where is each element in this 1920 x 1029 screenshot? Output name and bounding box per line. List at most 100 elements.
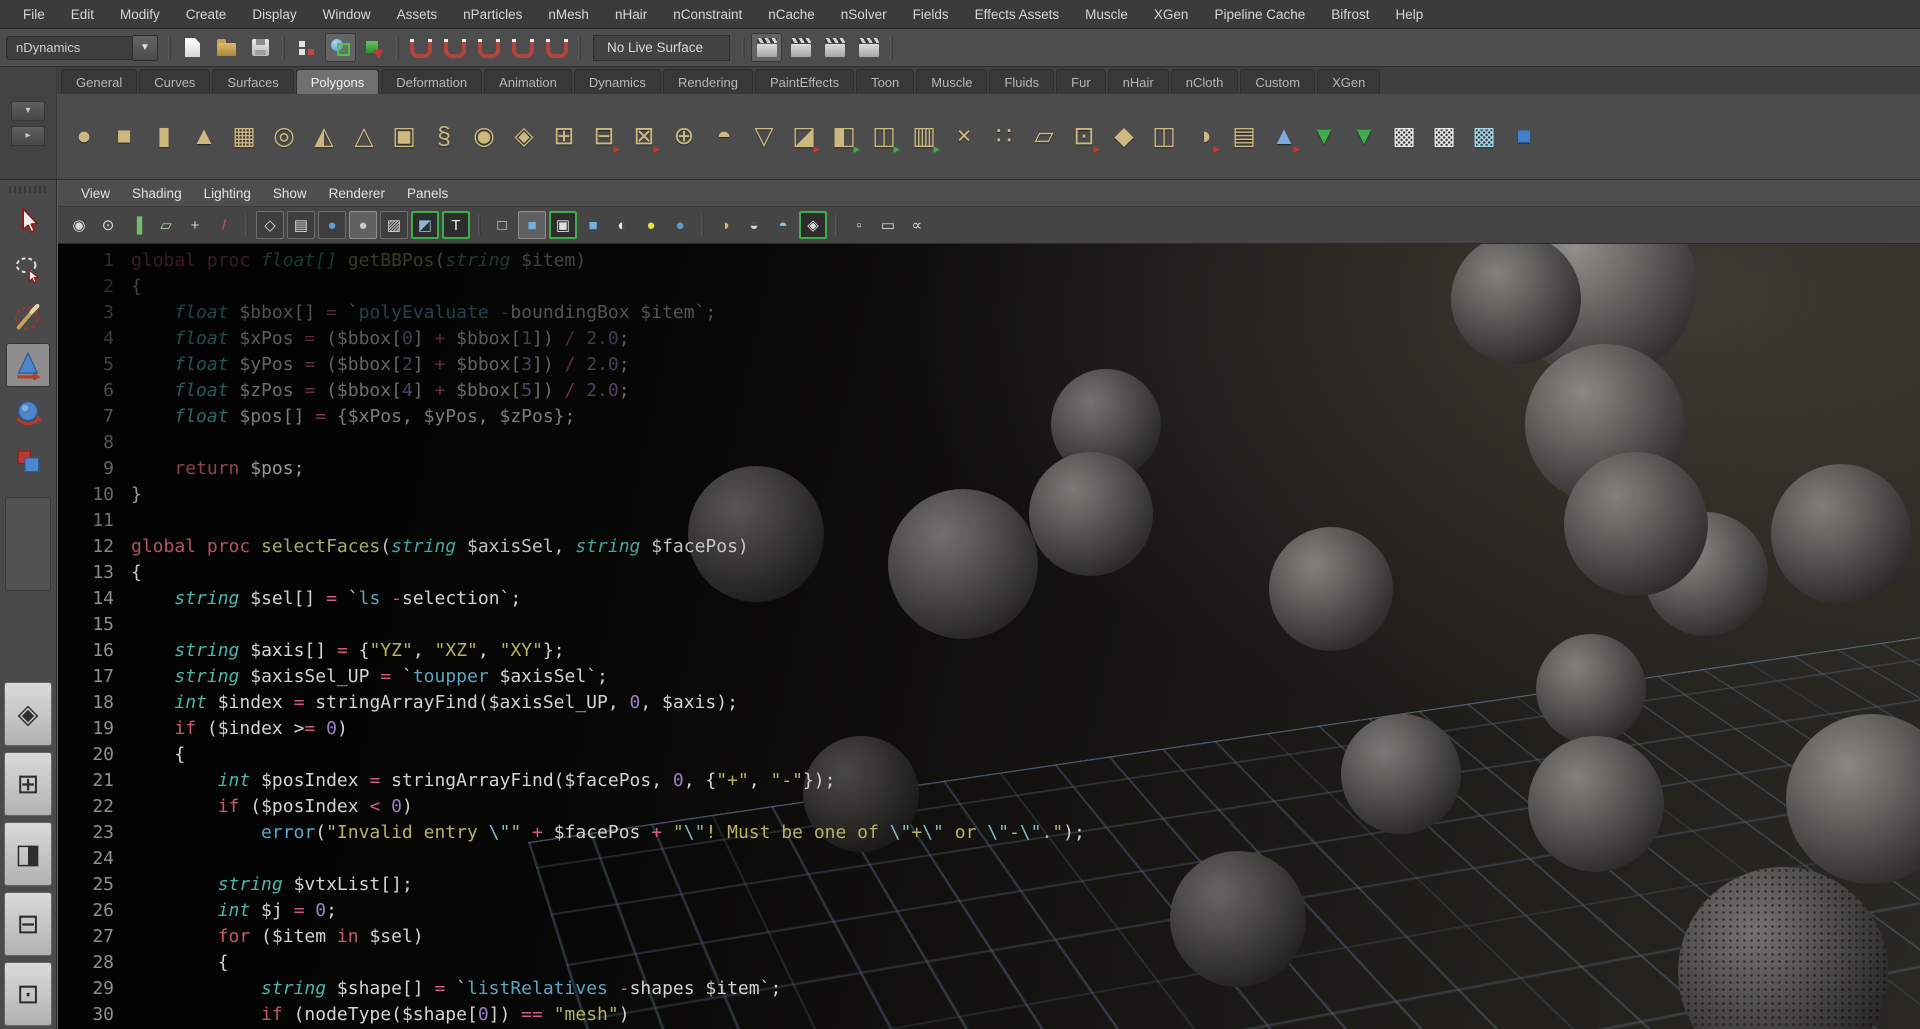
shelf-tab-painteffects[interactable]: PaintEffects	[755, 69, 854, 94]
lasso-tool-button[interactable]	[6, 247, 50, 291]
layout-outliner-persp-button[interactable]: ◨	[4, 822, 52, 886]
shelf-tab-dynamics[interactable]: Dynamics	[574, 69, 661, 94]
multisample-button[interactable]: ◓	[770, 212, 796, 238]
move-tool-button[interactable]	[6, 343, 50, 387]
layout-persp-graph-button[interactable]: ⊟	[4, 892, 52, 956]
poly-cylinder-shelf-button[interactable]: ▮	[145, 117, 183, 157]
booleans-shelf-button[interactable]: ⊕	[665, 117, 703, 157]
mirror-geometry-shelf-button[interactable]: ◑▸	[1185, 117, 1223, 157]
checker-display-button[interactable]: ◐	[609, 212, 635, 238]
menu-file[interactable]: File	[10, 2, 58, 27]
make-live-button[interactable]	[541, 33, 572, 62]
extract-shelf-button[interactable]: ⊠▸	[625, 117, 663, 157]
textured-button[interactable]: T	[442, 211, 470, 239]
shelf-tab-curves[interactable]: Curves	[139, 69, 210, 94]
panel-menu-lighting[interactable]: Lighting	[193, 183, 262, 204]
connect-shelf-button[interactable]: ∷	[985, 117, 1023, 157]
new-scene-button[interactable]	[177, 33, 208, 62]
layout-hypershade-persp-button[interactable]: ⊡	[4, 962, 52, 1026]
poly-platonic-solid-shelf-button[interactable]: ◈	[505, 117, 543, 157]
snap-to-grid-button[interactable]	[405, 33, 436, 62]
snap-to-plane-button[interactable]	[507, 33, 538, 62]
panel-menu-shading[interactable]: Shading	[121, 183, 193, 204]
select-component-button[interactable]	[359, 33, 390, 62]
shaded-cube-button[interactable]: ■	[518, 211, 546, 239]
grease-pencil-button[interactable]: /	[211, 212, 237, 238]
menu-modify[interactable]: Modify	[107, 2, 173, 27]
select-object-button[interactable]	[325, 33, 356, 62]
poly-cone-shelf-button[interactable]: ▲	[185, 117, 223, 157]
poly-pipe-shelf-button[interactable]: ▣	[385, 117, 423, 157]
uv-checker-a-shelf-button[interactable]: ▩	[1385, 117, 1423, 157]
menu-set-dropdown-arrow[interactable]: ▼	[133, 35, 158, 61]
separate-shelf-button[interactable]: ⊟▸	[585, 117, 623, 157]
uv-snapshot-shelf-button[interactable]: ▩	[1465, 117, 1503, 157]
shelf-tab-fur[interactable]: Fur	[1056, 69, 1106, 94]
poly-soccer-ball-shelf-button[interactable]: ◉	[465, 117, 503, 157]
shelf-tab-ncloth[interactable]: nCloth	[1171, 69, 1239, 94]
render-settings-button[interactable]	[853, 33, 884, 62]
toolbox-drag-handle[interactable]	[9, 186, 47, 193]
frame-button[interactable]: ▭	[875, 212, 901, 238]
menu-display[interactable]: Display	[239, 2, 309, 27]
menu-nparticles[interactable]: nParticles	[450, 2, 535, 27]
layout-four-pane-button[interactable]: ⊞	[4, 752, 52, 816]
menu-help[interactable]: Help	[1383, 2, 1437, 27]
menu-muscle[interactable]: Muscle	[1072, 2, 1141, 27]
duplicate-face-shelf-button[interactable]: ▤	[1225, 117, 1263, 157]
bridge-shelf-button[interactable]: ◫	[1145, 117, 1183, 157]
live-surface-field[interactable]: No Live Surface	[593, 35, 730, 61]
layout-single-pane-button[interactable]: ◈	[4, 682, 52, 746]
ipr-render-button[interactable]	[819, 33, 850, 62]
camera-attributes-button[interactable]: ⊙	[95, 212, 121, 238]
manipulator-button[interactable]: ◈	[799, 211, 827, 239]
isolate-select-button[interactable]: ▣	[549, 211, 577, 239]
custom-plugin-cube-shelf-button[interactable]: ■	[1505, 117, 1543, 157]
toolbar-collapser[interactable]	[887, 35, 896, 61]
xray-button[interactable]: ▨	[380, 211, 408, 239]
select-camera-button[interactable]: ◉	[66, 212, 92, 238]
shadows-button[interactable]: ◑	[712, 212, 738, 238]
uv-auto-projection-shelf-button[interactable]: ▼	[1345, 117, 1383, 157]
rotate-tool-button[interactable]	[6, 391, 50, 435]
shelf-tab-toon[interactable]: Toon	[856, 69, 914, 94]
menu-assets[interactable]: Assets	[384, 2, 451, 27]
viewport-3d[interactable]: 1global proc float[] getBBPos(string $it…	[58, 244, 1920, 1029]
menu-xgen[interactable]: XGen	[1141, 2, 1202, 27]
shelf-tab-selector-button[interactable]: ▾	[11, 101, 45, 121]
shelf-tab-animation[interactable]: Animation	[484, 69, 572, 94]
grid-button[interactable]: ◇	[256, 211, 284, 239]
uv-checker-b-shelf-button[interactable]: ▩	[1425, 117, 1463, 157]
shelf-tab-polygons[interactable]: Polygons	[296, 69, 379, 94]
toolbar-collapser[interactable]	[739, 35, 748, 61]
menu-window[interactable]: Window	[310, 2, 384, 27]
shelf-tab-muscle[interactable]: Muscle	[916, 69, 987, 94]
multi-cut-shelf-button[interactable]: ×	[945, 117, 983, 157]
open-scene-button[interactable]	[211, 33, 242, 62]
combine-shelf-button[interactable]: ⊞	[545, 117, 583, 157]
ambient-occlusion-button[interactable]: ◒	[741, 212, 767, 238]
poly-pyramid-shelf-button[interactable]: △	[345, 117, 383, 157]
share-view-button[interactable]: ∝	[904, 212, 930, 238]
snap-to-curve-button[interactable]	[439, 33, 470, 62]
panel-menu-renderer[interactable]: Renderer	[318, 183, 396, 204]
menu-bifrost[interactable]: Bifrost	[1318, 2, 1382, 27]
poly-plane-shelf-button[interactable]: ▦	[225, 117, 263, 157]
save-scene-button[interactable]	[245, 33, 276, 62]
menu-pipeline-cache[interactable]: Pipeline Cache	[1201, 2, 1318, 27]
menu-nsolver[interactable]: nSolver	[828, 2, 900, 27]
select-hierarchy-button[interactable]	[291, 33, 322, 62]
menu-nconstraint[interactable]: nConstraint	[660, 2, 755, 27]
shelf-tab-xgen[interactable]: XGen	[1317, 69, 1380, 94]
default-material-button[interactable]: ●	[349, 211, 377, 239]
scale-tool-button[interactable]	[6, 439, 50, 483]
shaded-display-button[interactable]: ●	[318, 211, 346, 239]
panel-menu-view[interactable]: View	[70, 183, 121, 204]
poly-torus-shelf-button[interactable]: ◎	[265, 117, 303, 157]
extrude-shelf-button[interactable]: ⊡▸	[1065, 117, 1103, 157]
bookmarks-button[interactable]: ▐	[124, 212, 150, 238]
toolbar-collapser[interactable]	[279, 35, 288, 61]
panel-menu-show[interactable]: Show	[262, 183, 318, 204]
material-preview-button[interactable]: ●	[667, 212, 693, 238]
split-polygon-shelf-button[interactable]: ◧▸	[825, 117, 863, 157]
